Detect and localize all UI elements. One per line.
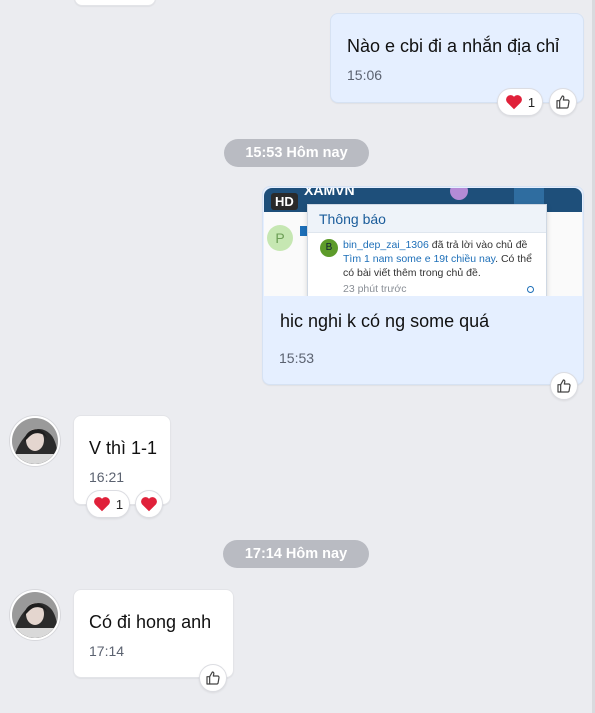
reaction-summary[interactable]: 1 <box>86 490 130 518</box>
preview-avatar: P <box>267 225 293 251</box>
date-separator: 15:53 Hôm nay <box>224 139 369 167</box>
contact-avatar[interactable] <box>10 416 60 466</box>
preview-notification-title: Thông báo <box>319 211 386 227</box>
reaction-count: 1 <box>527 94 536 110</box>
message-outgoing[interactable]: Nào e cbi đi a nhắn địa chỉ 15:06 <box>330 13 584 103</box>
heart-icon <box>93 496 111 512</box>
hd-badge: HD <box>271 193 298 210</box>
contact-avatar[interactable] <box>10 590 60 640</box>
message-time: 17:14 <box>89 643 125 659</box>
preview-notification-body: bin_dep_zai_1306 đã trả lời vào chủ đề T… <box>343 238 533 280</box>
preview-notification-panel: Thông báo B bin_dep_zai_1306 đã trả lời … <box>307 204 547 296</box>
preview-header-text: XAMVN <box>304 188 355 198</box>
thumbs-up-icon <box>555 94 571 110</box>
message-outgoing-image[interactable]: XAMVN P Thông báo B bin_dep_zai_1306 đã … <box>262 186 584 385</box>
thumbs-up-icon <box>556 378 572 394</box>
preview-topic: Tìm 1 nam some e 19t chiều nay <box>343 253 496 265</box>
message-time: 16:21 <box>89 469 125 485</box>
message-time: 15:53 <box>279 350 315 366</box>
react-button-heart[interactable] <box>135 490 163 518</box>
thumbs-up-icon <box>205 670 221 686</box>
date-separator: 17:14 Hôm nay <box>223 540 369 568</box>
message-time: 15:06 <box>347 67 383 83</box>
message-text: Có đi hong anh <box>89 612 212 632</box>
react-button[interactable] <box>199 664 227 692</box>
preview-reply-text: đã trả lời vào chủ đề <box>428 239 528 251</box>
heart-icon <box>140 496 158 512</box>
preview-notification-time: 23 phút trước <box>343 283 407 295</box>
reaction-count: 1 <box>115 496 124 512</box>
react-button[interactable] <box>550 372 578 400</box>
preview-user: bin_dep_zai_1306 <box>343 239 429 251</box>
message-text: V thì 1-1 <box>89 438 158 458</box>
message-text: hic nghi k có ng some quá <box>280 311 490 331</box>
preview-unread-dot <box>527 286 534 293</box>
react-button[interactable] <box>549 88 577 116</box>
message-text: Nào e cbi đi a nhắn địa chỉ <box>347 36 560 56</box>
heart-icon <box>505 94 523 110</box>
reaction-summary[interactable]: 1 <box>497 88 543 116</box>
preview-notification-avatar: B <box>320 239 338 257</box>
image-preview[interactable]: XAMVN P Thông báo B bin_dep_zai_1306 đã … <box>264 188 582 296</box>
previous-message-fragment <box>74 0 156 6</box>
